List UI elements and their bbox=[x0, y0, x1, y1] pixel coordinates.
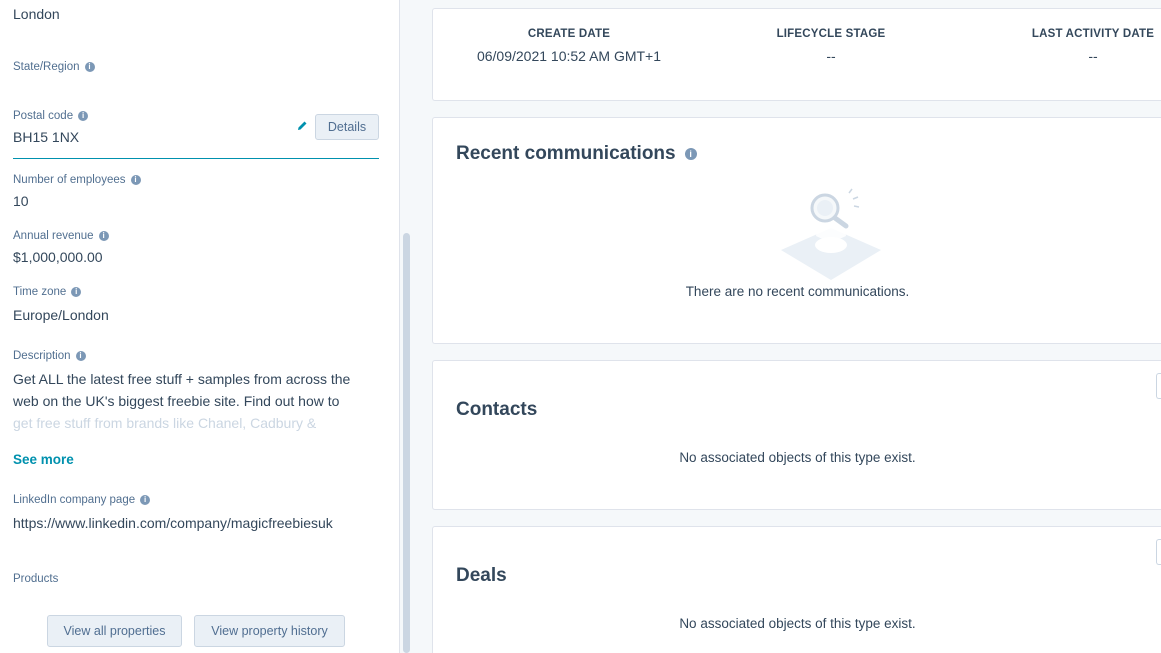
last-activity-value: -- bbox=[1088, 48, 1098, 64]
info-icon[interactable]: i bbox=[75, 351, 86, 361]
annual-revenue-value: $1,000,000.00 bbox=[13, 249, 103, 265]
lifecycle-stage-value: -- bbox=[826, 48, 836, 64]
search-illustration-icon bbox=[781, 188, 881, 280]
employees-value: 10 bbox=[13, 193, 29, 209]
pencil-icon[interactable] bbox=[296, 120, 308, 132]
postal-code-underline bbox=[13, 158, 379, 159]
description-field[interactable]: Description i Get ALL the latest free st… bbox=[13, 350, 363, 434]
annual-revenue-label: Annual revenue bbox=[13, 230, 94, 242]
contacts-empty-text: No associated objects of this type exist… bbox=[679, 450, 916, 465]
info-icon[interactable]: i bbox=[71, 287, 82, 297]
employees-field[interactable]: Number of employees i 10 bbox=[13, 174, 141, 209]
details-button[interactable]: Details bbox=[315, 114, 379, 140]
deals-empty-text: No associated objects of this type exist… bbox=[679, 616, 916, 631]
contacts-card: Contacts No associated objects of this t… bbox=[432, 360, 1161, 510]
linkedin-label: LinkedIn company page bbox=[13, 494, 136, 506]
info-icon[interactable]: i bbox=[684, 148, 697, 160]
lifecycle-stage-stat: LIFECYCLE STAGE -- bbox=[733, 28, 929, 64]
properties-panel: London State/Region i Postal code i BH15… bbox=[0, 0, 400, 653]
annual-revenue-field[interactable]: Annual revenue i $1,000,000.00 bbox=[13, 230, 109, 265]
city-value: London bbox=[13, 6, 60, 22]
postal-code-value: BH15 1NX bbox=[13, 129, 80, 145]
create-date-label: CREATE DATE bbox=[527, 28, 611, 40]
postal-code-label: Postal code bbox=[13, 110, 74, 122]
postal-code-field[interactable]: Postal code i BH15 1NX bbox=[13, 110, 89, 145]
state-field[interactable]: State/Region i bbox=[13, 61, 95, 73]
view-property-history-button[interactable]: View property history bbox=[194, 615, 345, 647]
description-label: Description bbox=[13, 350, 71, 362]
scrollbar-thumb[interactable] bbox=[403, 233, 410, 653]
linkedin-value: https://www.linkedin.com/company/magicfr… bbox=[13, 515, 333, 531]
info-icon[interactable]: i bbox=[84, 62, 95, 72]
no-communications-text: There are no recent communications. bbox=[685, 284, 910, 299]
info-icon[interactable]: i bbox=[98, 231, 109, 241]
products-label: Products bbox=[13, 573, 59, 585]
create-date-stat: CREATE DATE 06/09/2021 10:52 AM GMT+1 bbox=[453, 28, 685, 64]
products-field[interactable]: Products bbox=[13, 573, 58, 585]
last-activity-stat: LAST ACTIVITY DATE -- bbox=[1013, 28, 1161, 64]
state-label: State/Region bbox=[13, 61, 80, 73]
create-date-value: 06/09/2021 10:52 AM GMT+1 bbox=[476, 48, 662, 64]
time-zone-field[interactable]: Time zone i Europe/London bbox=[13, 286, 109, 323]
record-page: London State/Region i Postal code i BH15… bbox=[0, 0, 1161, 653]
recent-communications-card: Recent communications i There are no rec… bbox=[432, 117, 1161, 344]
time-zone-label: Time zone bbox=[13, 286, 67, 298]
deals-action-button[interactable] bbox=[1156, 539, 1161, 565]
info-icon[interactable]: i bbox=[140, 495, 151, 505]
linkedin-field[interactable]: LinkedIn company page i https://www.link… bbox=[13, 494, 333, 531]
time-zone-value: Europe/London bbox=[13, 307, 109, 323]
recent-communications-header: Recent communications i bbox=[456, 143, 697, 165]
contacts-action-button[interactable] bbox=[1156, 373, 1161, 399]
employees-label: Number of employees bbox=[13, 174, 126, 186]
lifecycle-stage-label: LIFECYCLE STAGE bbox=[776, 28, 886, 40]
deals-title: Deals bbox=[456, 565, 507, 586]
recent-communications-title: Recent communications bbox=[456, 143, 676, 164]
summary-card: CREATE DATE 06/09/2021 10:52 AM GMT+1 LI… bbox=[432, 8, 1161, 101]
view-all-properties-button[interactable]: View all properties bbox=[47, 615, 182, 647]
last-activity-label: LAST ACTIVITY DATE bbox=[1031, 28, 1155, 40]
description-text: Get ALL the latest free stuff + samples … bbox=[13, 371, 351, 431]
deals-card: Deals No associated objects of this type… bbox=[432, 526, 1161, 653]
contacts-title: Contacts bbox=[456, 399, 538, 420]
see-more-link[interactable]: See more bbox=[13, 452, 74, 467]
info-icon[interactable]: i bbox=[78, 111, 89, 121]
info-icon[interactable]: i bbox=[130, 175, 141, 185]
city-field[interactable]: London bbox=[13, 6, 60, 22]
